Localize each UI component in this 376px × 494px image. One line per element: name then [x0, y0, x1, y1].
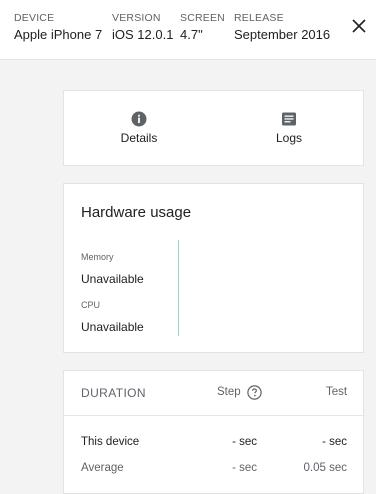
tab-details[interactable]: Details [64, 91, 214, 167]
this-device-step: - sec [232, 436, 257, 448]
help-circle-icon[interactable] [247, 385, 262, 400]
version-label: VERSION [112, 12, 161, 24]
duration-title: DURATION [81, 386, 146, 400]
memory-label: Memory [81, 252, 114, 262]
average-test: 0.05 sec [303, 462, 347, 474]
hardware-divider [178, 240, 179, 336]
logs-icon [282, 112, 296, 126]
release-value: September 2016 [234, 27, 331, 42]
this-device-label: This device [81, 436, 140, 448]
screen-label: SCREEN [180, 12, 225, 24]
close-icon [352, 19, 366, 33]
tabs-card: Details Logs [63, 90, 364, 166]
average-step: - sec [232, 462, 257, 474]
tab-logs-label: Logs [275, 131, 303, 145]
hardware-usage-card: Hardware usage Memory Unavailable CPU Un… [63, 183, 364, 353]
step-column-header: Step [217, 386, 241, 398]
cpu-value: Unavailable [81, 320, 144, 334]
average-label: Average [81, 462, 124, 474]
hardware-usage-title: Hardware usage [81, 204, 192, 221]
version-value: iOS 12.0.1 [112, 27, 174, 42]
info-icon [131, 111, 147, 127]
device-meta: DEVICE Apple iPhone 7 [14, 11, 102, 43]
screen-meta: SCREEN 4.7" [180, 11, 225, 43]
this-device-test: - sec [322, 436, 347, 448]
release-meta: RELEASE September 2016 [234, 11, 330, 43]
version-meta: VERSION iOS 12.0.1 [112, 11, 173, 43]
test-column-header: Test [326, 386, 348, 398]
release-label: RELEASE [234, 12, 284, 24]
memory-value: Unavailable [81, 272, 144, 286]
device-label: DEVICE [14, 12, 55, 24]
device-header: DEVICE Apple iPhone 7 VERSION iOS 12.0.1… [0, 0, 376, 60]
close-button[interactable] [350, 17, 368, 35]
tab-details-label: Details [120, 131, 158, 145]
tab-logs[interactable]: Logs [214, 91, 364, 167]
duration-card: DURATION Step Test This device - sec - s… [63, 370, 364, 494]
device-value: Apple iPhone 7 [14, 27, 103, 42]
duration-header: DURATION Step Test [64, 371, 363, 416]
cpu-label: CPU [81, 300, 101, 310]
screen-value: 4.7" [180, 27, 203, 42]
